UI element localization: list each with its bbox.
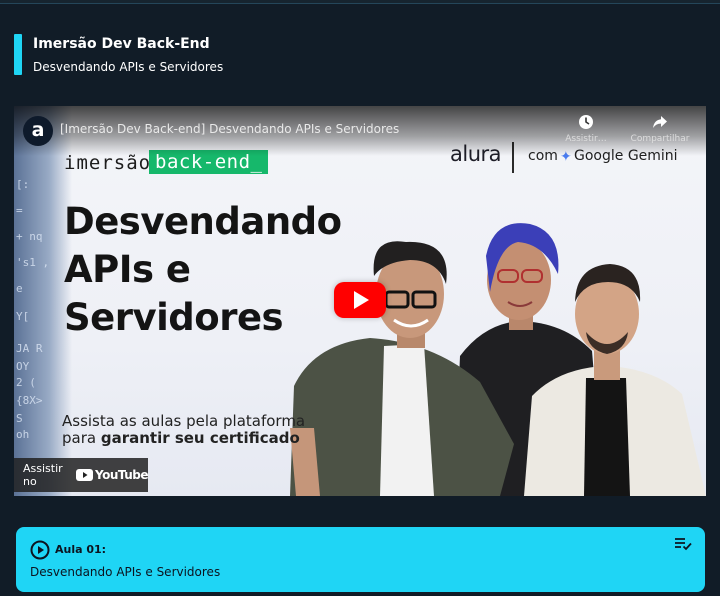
accent-bar	[14, 34, 22, 75]
top-divider	[0, 0, 720, 4]
channel-avatar[interactable]: a	[23, 116, 53, 146]
course-title: Imersão Dev Back-End	[33, 36, 210, 52]
watch-on-youtube-button[interactable]: Assistir no YouTube	[14, 458, 149, 492]
course-header-text: Imersão Dev Back-End Desvendando APIs e …	[33, 34, 223, 76]
share-label: Compartilhar	[630, 134, 690, 144]
lesson-name: Desvendando APIs e Servidores	[30, 565, 221, 579]
video-player[interactable]: [: = + nq 's1 , e Y[ JA R OY 2 ( {8X> S …	[14, 106, 706, 496]
thumbnail-cta-line2: para garantir seu certificado	[62, 429, 300, 447]
watch-later-label: Assistir…	[565, 134, 607, 144]
playlist-check-icon[interactable]	[674, 537, 692, 551]
youtube-logo: YouTube	[75, 468, 149, 482]
watch-later-button[interactable]: Assistir…	[551, 114, 621, 144]
share-button[interactable]: Compartilhar	[625, 114, 695, 144]
lesson-card[interactable]: Aula 01: Desvendando APIs e Servidores	[16, 527, 705, 592]
course-header: Imersão Dev Back-End Desvendando APIs e …	[14, 34, 223, 76]
youtube-icon	[75, 469, 93, 481]
clock-icon	[579, 115, 593, 129]
course-subtitle: Desvendando APIs e Servidores	[33, 60, 224, 74]
channel-avatar-letter: a	[31, 118, 45, 141]
cta-prefix: para	[62, 429, 101, 447]
thumbnail-cta-line1: Assista as aulas pela plataforma	[62, 412, 306, 430]
play-button[interactable]	[334, 282, 386, 318]
youtube-wordmark: YouTube	[94, 468, 149, 482]
share-icon	[653, 116, 667, 128]
lesson-number: Aula 01:	[55, 543, 107, 556]
watch-on-label: Assistir no	[23, 462, 63, 488]
cta-strong: garantir seu certificado	[100, 429, 300, 447]
play-icon	[354, 291, 369, 309]
play-circle-icon	[30, 540, 50, 560]
video-title-link[interactable]: [Imersão Dev Back-end] Desvendando APIs …	[60, 122, 399, 136]
